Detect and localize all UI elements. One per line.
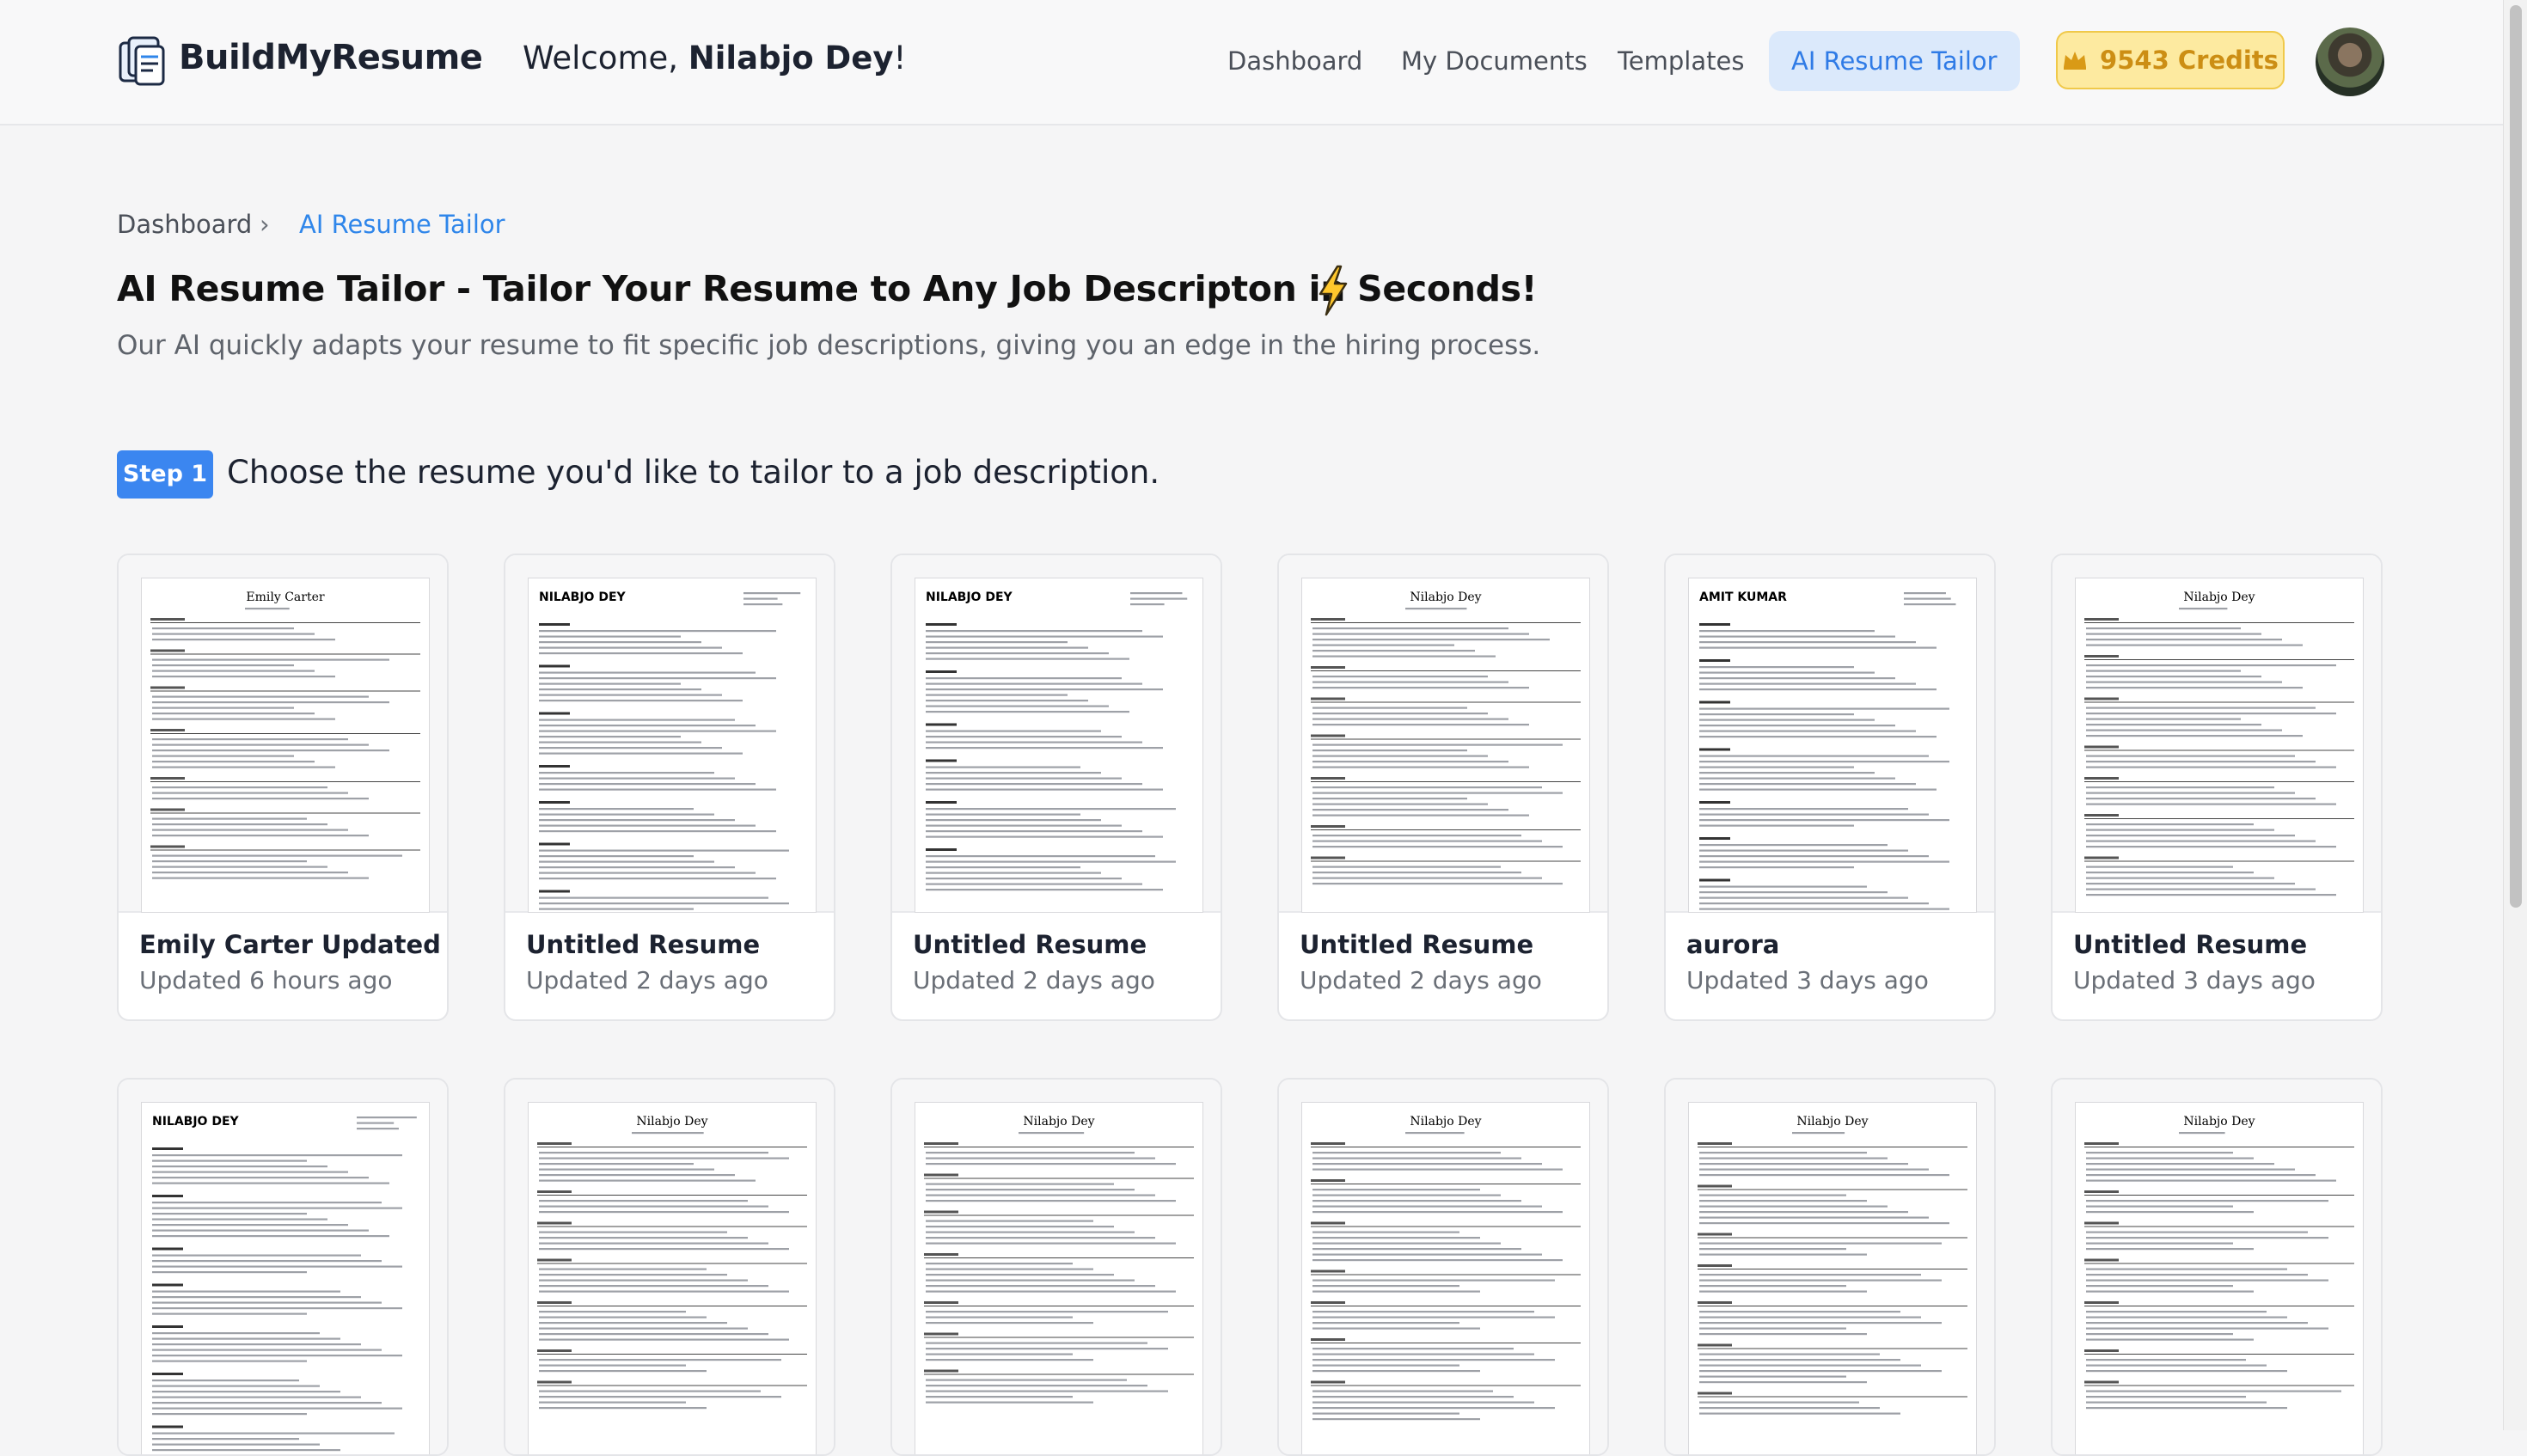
crown-icon: [2064, 52, 2087, 70]
resume-card-updated: Updated 6 hours ago: [139, 966, 393, 994]
resume-preview-page: AMIT KUMAR: [1688, 578, 1977, 913]
resume-preview-name: Emily Carter: [246, 590, 324, 604]
resume-thumbnail[interactable]: Emily Carter: [119, 555, 447, 913]
resume-card-updated: Updated 2 days ago: [913, 966, 1155, 994]
resume-preview-name: Nilabjo Dey: [1023, 1115, 1094, 1129]
resume-card[interactable]: Nilabjo Dey Untitled Resume Updated 2 days…: [1277, 554, 1609, 1021]
nav-dashboard[interactable]: Dashboard: [1205, 31, 1385, 91]
step-badge: Step 1: [117, 450, 213, 499]
resume-card-title: aurora: [1686, 930, 1780, 959]
resume-card-title: Emily Carter Updated: [139, 930, 441, 959]
welcome-suffix: !: [893, 40, 907, 76]
resume-thumbnail[interactable]: Nilabjo Dey: [1279, 555, 1607, 913]
resume-preview-page: NILABJO DEY: [141, 1102, 430, 1454]
resume-card-updated: Updated 3 days ago: [1686, 966, 1929, 994]
resume-preview-name: Nilabjo Dey: [2183, 1115, 2255, 1129]
resume-thumbnail[interactable]: Nilabjo Dey: [1279, 1080, 1607, 1454]
breadcrumb-chevron-icon: ›: [260, 210, 270, 239]
resume-card[interactable]: AMIT KUMAR aurora Updated 3 days ago: [1664, 554, 1996, 1021]
resume-card[interactable]: Nilabjo Dey: [1664, 1078, 1996, 1456]
breadcrumb-current: AI Resume Tailor: [299, 210, 505, 239]
lightning-bolt-icon: [1319, 265, 1348, 316]
resume-preview-name: Nilabjo Dey: [1410, 590, 1481, 604]
resume-thumbnail[interactable]: NILABJO DEY: [892, 555, 1221, 913]
resume-card-title: Untitled Resume: [913, 930, 1147, 959]
resume-preview-page: NILABJO DEY: [528, 578, 817, 913]
resume-stack-icon[interactable]: [117, 34, 167, 88]
brand-name[interactable]: BuildMyResume: [179, 38, 483, 77]
resume-thumbnail[interactable]: Nilabjo Dey: [892, 1080, 1221, 1454]
resume-thumbnail[interactable]: AMIT KUMAR: [1666, 555, 1994, 913]
resume-thumbnail[interactable]: NILABJO DEY: [119, 1080, 447, 1454]
resume-preview-page: Nilabjo Dey: [915, 1102, 1203, 1454]
resume-preview-page: Nilabjo Dey: [528, 1102, 817, 1454]
resume-card[interactable]: Nilabjo Dey: [890, 1078, 1222, 1456]
avatar[interactable]: [2316, 28, 2384, 96]
resume-preview-name: Nilabjo Dey: [1796, 1115, 1868, 1129]
resume-preview-name: Nilabjo Dey: [2183, 590, 2255, 604]
resume-card-title: Untitled Resume: [1300, 930, 1534, 959]
step-instruction: Choose the resume you'd like to tailor t…: [227, 454, 1160, 491]
welcome-prefix: Welcome,: [523, 40, 688, 76]
resume-thumbnail[interactable]: Nilabjo Dey: [2053, 555, 2381, 913]
credits-button[interactable]: 9543 Credits: [2056, 31, 2285, 89]
resume-preview-name: Nilabjo Dey: [1410, 1115, 1481, 1129]
resume-card[interactable]: NILABJO DEY Untitled Resume Updated 2 days…: [504, 554, 835, 1021]
resume-preview-name: NILABJO DEY: [926, 590, 1013, 604]
resume-thumbnail[interactable]: Nilabjo Dey: [505, 1080, 834, 1454]
resume-preview-page: Nilabjo Dey: [1688, 1102, 1977, 1454]
breadcrumb-dashboard[interactable]: Dashboard: [117, 210, 252, 239]
vertical-scrollbar[interactable]: [2503, 0, 2527, 1430]
page-subtitle: Our AI quickly adapts your resume to fit…: [117, 330, 1541, 361]
resume-preview-name: Nilabjo Dey: [636, 1115, 707, 1129]
resume-card-updated: Updated 2 days ago: [1300, 966, 1542, 994]
resume-card[interactable]: Nilabjo Dey Untitled Resume Updated 3 days…: [2051, 554, 2383, 1021]
resume-preview-page: Nilabjo Dey: [2075, 578, 2364, 913]
credits-label: 9543 Credits: [2100, 46, 2279, 75]
resume-thumbnail[interactable]: Nilabjo Dey: [2053, 1080, 2381, 1454]
resume-preview-name: NILABJO DEY: [539, 590, 627, 604]
resume-preview-page: Nilabjo Dey: [1301, 1102, 1590, 1454]
resume-card-updated: Updated 3 days ago: [2073, 966, 2316, 994]
nav-my-documents[interactable]: My Documents: [1379, 31, 1610, 91]
resume-card-title: Untitled Resume: [526, 930, 761, 959]
resume-card[interactable]: NILABJO DEY Untitled Resume Updated 2 days…: [890, 554, 1222, 1021]
resume-card[interactable]: Nilabjo Dey: [2051, 1078, 2383, 1456]
resume-card[interactable]: NILABJO DEY: [117, 1078, 449, 1456]
resume-preview-page: NILABJO DEY: [915, 578, 1203, 913]
top-navbar: BuildMyResume Welcome, Nilabjo Dey! Dash…: [0, 0, 2503, 125]
resume-card[interactable]: Nilabjo Dey: [1277, 1078, 1609, 1456]
nav-ai-resume-tailor[interactable]: AI Resume Tailor: [1769, 31, 2020, 91]
resume-thumbnail[interactable]: Nilabjo Dey: [1666, 1080, 1994, 1454]
resume-card-updated: Updated 2 days ago: [526, 966, 768, 994]
resume-thumbnail[interactable]: NILABJO DEY: [505, 555, 834, 913]
resume-preview-page: Nilabjo Dey: [2075, 1102, 2364, 1454]
scrollbar-thumb[interactable]: [2510, 5, 2522, 908]
welcome-message: Welcome, Nilabjo Dey!: [523, 40, 906, 76]
resume-preview-page: Emily Carter: [141, 578, 430, 913]
resume-card[interactable]: Emily Carter Emily Carter Updated Updated …: [117, 554, 449, 1021]
resume-preview-name: NILABJO DEY: [152, 1115, 240, 1129]
resume-preview-page: Nilabjo Dey: [1301, 578, 1590, 913]
resume-preview-name: AMIT KUMAR: [1699, 590, 1787, 604]
resume-card[interactable]: Nilabjo Dey: [504, 1078, 835, 1456]
user-name: Nilabjo Dey: [688, 40, 894, 76]
nav-templates[interactable]: Templates: [1595, 31, 1766, 91]
resume-card-title: Untitled Resume: [2073, 930, 2308, 959]
